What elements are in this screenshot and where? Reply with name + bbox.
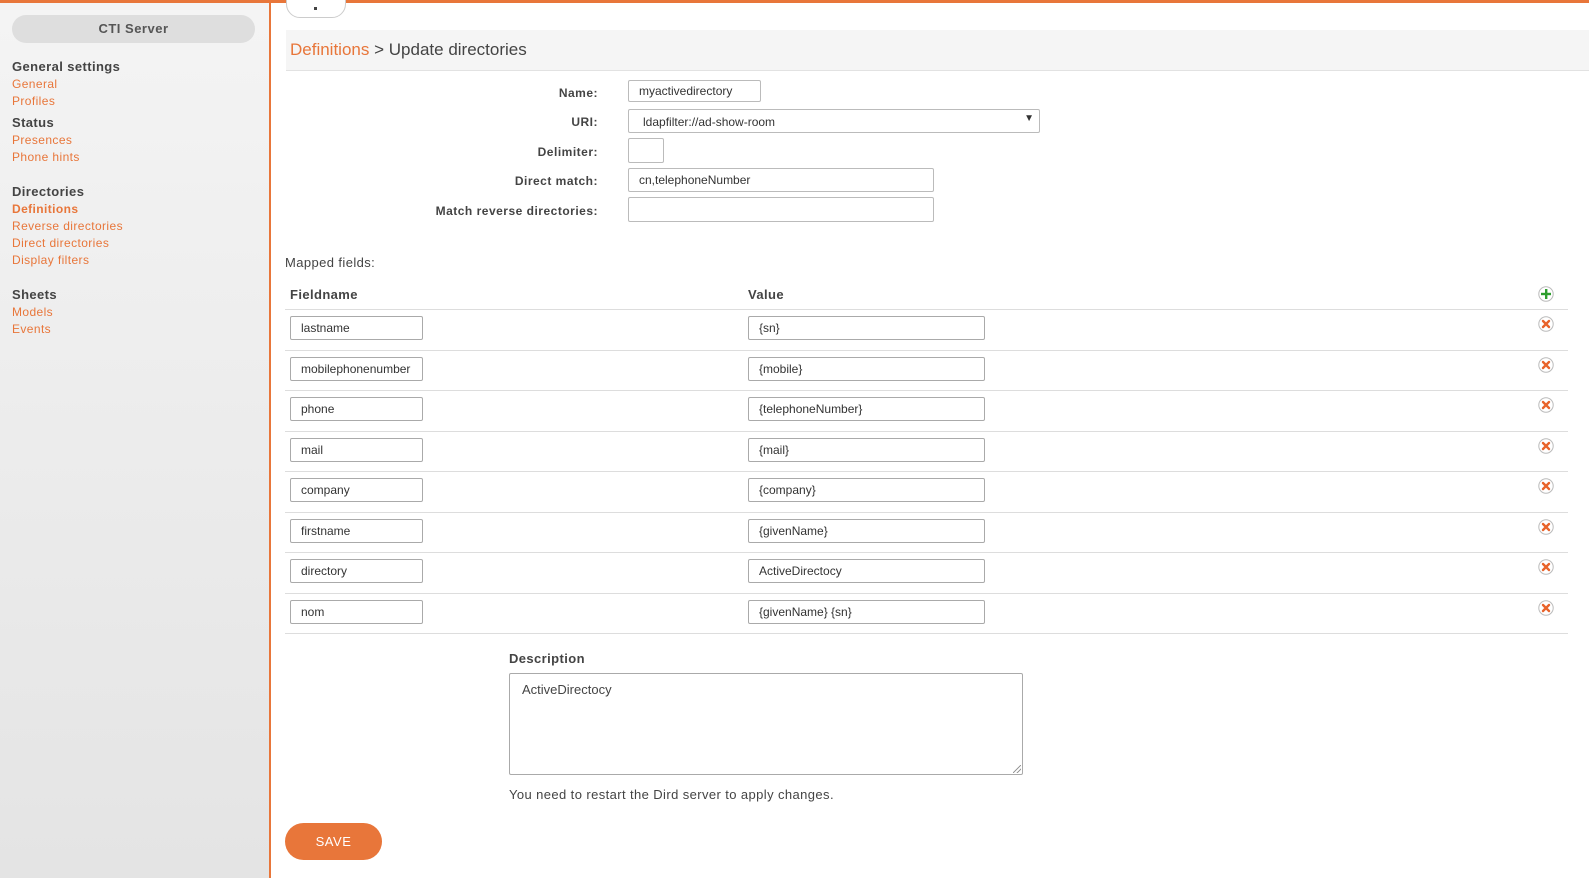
match-reverse-label: Match reverse directories: <box>435 204 598 218</box>
delimiter-input[interactable] <box>628 138 664 163</box>
breadcrumb-separator: > <box>374 40 385 59</box>
value-input[interactable]: {mail} <box>748 437 985 462</box>
sidebar: CTI Server General settings General Prof… <box>0 3 271 878</box>
table-row: company {company} <box>285 472 1568 513</box>
value-input[interactable]: {mobile} <box>748 356 985 381</box>
remove-field-icon[interactable] <box>1538 559 1554 575</box>
save-button[interactable]: SAVE <box>285 823 382 860</box>
sidebar-item-reverse-directories[interactable]: Reverse directories <box>12 219 123 233</box>
fieldname-input[interactable]: mail <box>290 437 423 462</box>
dropdown-arrow-icon: ▼ <box>1024 113 1034 124</box>
sidebar-title[interactable]: CTI Server <box>12 15 255 43</box>
sidebar-item-general[interactable]: General <box>12 77 58 91</box>
fieldname-input[interactable]: firstname <box>290 518 423 543</box>
value-input[interactable]: {telephoneNumber} <box>748 397 985 421</box>
value-input[interactable]: {givenName} <box>748 518 985 543</box>
remove-field-icon[interactable] <box>1538 518 1554 535</box>
fieldname-input[interactable]: company <box>290 478 423 502</box>
sidebar-item-definitions[interactable]: Definitions <box>12 202 78 216</box>
uri-label: URI: <box>571 115 598 129</box>
fieldname-input[interactable]: nom <box>290 599 423 624</box>
value-input[interactable]: ActiveDirectocy <box>748 559 985 583</box>
value-input[interactable]: {company} <box>748 478 985 502</box>
sidebar-heading-sheets: Sheets <box>12 287 58 302</box>
sidebar-item-presences[interactable]: Presences <box>12 133 72 147</box>
uri-select[interactable]: ldapfilter://ad-show-room ▼ <box>628 109 1040 133</box>
description-label: Description <box>509 651 585 666</box>
remove-field-icon[interactable] <box>1538 316 1554 332</box>
fieldname-column-header: Fieldname <box>290 287 358 302</box>
fieldname-input[interactable]: mobilephonenumber <box>290 356 423 381</box>
page-title: Update directories <box>388 40 527 59</box>
breadcrumb: Definitions > Update directories <box>290 40 527 60</box>
description-text: ActiveDirectocy <box>522 682 612 697</box>
table-row: mobilephonenumber {mobile} <box>285 351 1568 391</box>
match-reverse-input[interactable] <box>628 197 934 222</box>
fieldname-input[interactable]: phone <box>290 397 423 421</box>
delimiter-label: Delimiter: <box>537 145 598 159</box>
page-header: Definitions > Update directories <box>286 30 1589 71</box>
resize-handle-icon[interactable] <box>1013 765 1021 773</box>
remove-field-icon[interactable] <box>1538 397 1554 413</box>
remove-field-icon[interactable] <box>1538 478 1554 494</box>
breadcrumb-definitions-link[interactable]: Definitions <box>290 40 369 59</box>
value-column-header: Value <box>748 287 784 302</box>
direct-match-input[interactable] <box>628 168 934 192</box>
table-row: mail {mail} <box>285 432 1568 472</box>
uri-selected-value: ldapfilter://ad-show-room <box>643 115 776 129</box>
fieldname-input[interactable]: lastname <box>290 316 423 340</box>
value-input[interactable]: {sn} <box>748 316 985 340</box>
sidebar-heading-general-settings: General settings <box>12 59 121 74</box>
description-textarea[interactable]: ActiveDirectocy <box>509 673 1023 775</box>
mapped-fields-label: Mapped fields: <box>285 255 376 270</box>
fieldname-input[interactable]: directory <box>290 559 423 583</box>
table-row: phone {telephoneNumber} <box>285 391 1568 432</box>
sidebar-item-events[interactable]: Events <box>12 322 51 336</box>
remove-field-icon[interactable] <box>1538 599 1554 616</box>
restart-notice: You need to restart the Dird server to a… <box>509 787 834 802</box>
top-tab-button[interactable] <box>286 0 346 18</box>
sidebar-heading-status: Status <box>12 115 55 130</box>
direct-match-label: Direct match: <box>514 174 598 188</box>
sidebar-item-profiles[interactable]: Profiles <box>12 94 55 108</box>
sidebar-item-direct-directories[interactable]: Direct directories <box>12 236 109 250</box>
name-label: Name: <box>558 86 598 100</box>
remove-field-icon[interactable] <box>1538 437 1554 454</box>
name-input[interactable] <box>628 80 761 102</box>
sidebar-item-display-filters[interactable]: Display filters <box>12 253 89 267</box>
table-row: lastname {sn} <box>285 310 1568 351</box>
sidebar-item-models[interactable]: Models <box>12 305 53 319</box>
remove-field-icon[interactable] <box>1538 356 1554 373</box>
table-row: nom {givenName} {sn} <box>285 594 1568 634</box>
table-row: directory ActiveDirectocy <box>285 553 1568 594</box>
add-field-icon[interactable] <box>1538 286 1554 302</box>
table-row: firstname {givenName} <box>285 513 1568 553</box>
value-input[interactable]: {givenName} {sn} <box>748 599 985 624</box>
sidebar-item-phone-hints[interactable]: Phone hints <box>12 150 80 164</box>
sidebar-heading-directories: Directories <box>12 184 85 199</box>
